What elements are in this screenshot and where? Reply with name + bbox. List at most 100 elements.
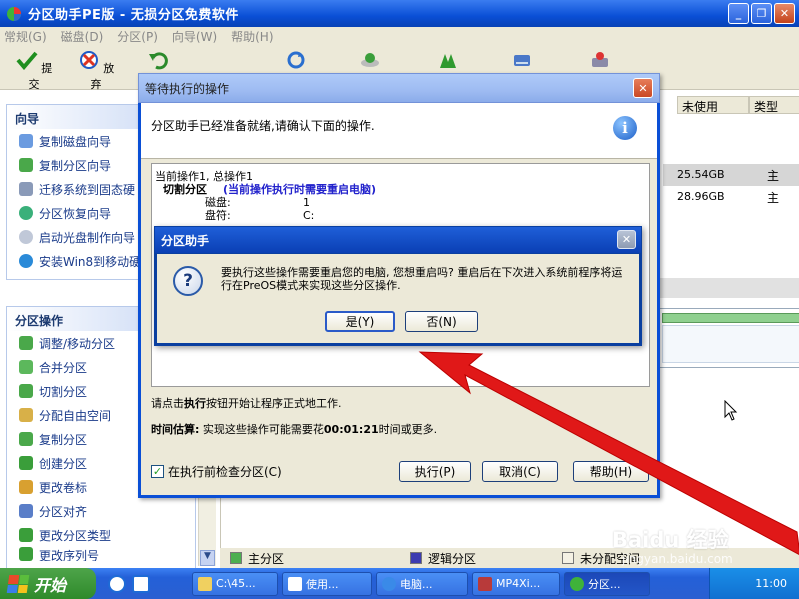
op-item-change-serial[interactable]: 更改序列号 xyxy=(7,547,195,561)
partition-usage-bar xyxy=(662,313,799,323)
menu-help[interactable]: 帮助(H) xyxy=(231,28,273,45)
cell-type: 主 xyxy=(767,191,780,205)
task-button[interactable]: 电脑... xyxy=(376,571,468,596)
question-icon: ? xyxy=(173,266,203,296)
no-button[interactable]: 否(N) xyxy=(405,311,478,332)
cancel-button[interactable]: 取消(C) xyxy=(482,461,558,482)
install-win8-icon xyxy=(19,254,33,268)
confirm-dialog-close-button[interactable]: ✕ xyxy=(617,230,636,249)
disk-tool-button[interactable] xyxy=(350,50,390,75)
note-bold: 执行 xyxy=(184,397,206,410)
start-button[interactable]: 开始 xyxy=(0,568,96,599)
col-type[interactable]: 类型 xyxy=(749,96,799,114)
menu-wizard[interactable]: 向导(W) xyxy=(172,28,217,45)
op-item-label: 分配自由空间 xyxy=(39,408,112,423)
confirm-dialog-titlebar: 分区助手 ✕ xyxy=(154,226,642,254)
note-text: 按钮开始让程序正式地工作. xyxy=(206,397,342,410)
task-button[interactable]: C:\45... xyxy=(192,571,278,596)
undo-button[interactable] xyxy=(138,50,178,75)
op-name: 切割分区 xyxy=(163,183,207,196)
op-note: (当前操作执行时需要重启电脑) xyxy=(223,183,377,196)
drive-button[interactable] xyxy=(502,50,542,75)
merge-partition-icon xyxy=(19,360,33,374)
wizard-item-label: 安装Win8到移动硬 xyxy=(39,254,142,269)
wizard-item-label: 启动光盘制作向导 xyxy=(39,230,136,245)
close-button[interactable]: ✕ xyxy=(774,3,795,24)
refresh-button[interactable] xyxy=(276,50,316,75)
op-item-label: 更改卷标 xyxy=(39,480,88,495)
allocate-space-icon xyxy=(19,408,33,422)
discard-icon xyxy=(79,51,98,69)
disk-globe-icon xyxy=(361,53,379,67)
wizard-item-label: 迁移系统到固态硬 xyxy=(39,182,136,197)
scroll-down-icon[interactable]: ▼ xyxy=(200,550,215,566)
migrate-icon xyxy=(440,54,456,68)
maximize-button[interactable]: ❐ xyxy=(751,3,772,24)
execute-button[interactable]: 执行(P) xyxy=(399,461,471,482)
task-button-active[interactable]: 分区... xyxy=(564,571,650,596)
wizard-item-label: 复制磁盘向导 xyxy=(39,134,112,149)
estimate-text: 时间或更多. xyxy=(378,423,438,436)
op-detail-row: 盘符: C: xyxy=(155,209,646,222)
resize-partition-icon xyxy=(19,336,33,350)
discard-button[interactable]: 放弃 xyxy=(76,50,116,92)
menu-general[interactable]: 常规(G) xyxy=(4,28,47,45)
logical-swatch-icon xyxy=(410,552,423,564)
op-item-label: 调整/移动分区 xyxy=(39,336,116,351)
yes-button[interactable]: 是(Y) xyxy=(325,311,395,332)
document-icon xyxy=(288,576,302,591)
watermark-sub: jingyan.baidu.com xyxy=(622,552,733,566)
disk-header-bar xyxy=(659,278,799,298)
pending-dialog-title: 等待执行的操作 xyxy=(145,81,230,96)
time-estimate: 时间估算: 实现这些操作可能需要花00:01:21时间或更多. xyxy=(151,421,437,437)
cell-unused: 28.96GB xyxy=(677,190,725,203)
op-item-label: 创建分区 xyxy=(39,456,88,471)
pending-dialog-close-button[interactable]: ✕ xyxy=(633,78,653,98)
split-partition-icon xyxy=(19,384,33,398)
folder-icon xyxy=(198,576,212,591)
clock[interactable]: 11:00 xyxy=(755,577,787,590)
change-label-icon xyxy=(19,480,33,494)
partition-assistant-icon xyxy=(570,576,584,591)
app-logo-icon xyxy=(7,6,21,21)
confirm-message: 要执行这些操作需要重启您的电脑, 您想重启吗? 重启后在下次进入系统前程序将运行… xyxy=(221,266,623,292)
task-button[interactable]: 使用... xyxy=(282,571,372,596)
op-item-align[interactable]: 分区对齐 xyxy=(7,499,195,523)
col-unused[interactable]: 未使用 xyxy=(677,96,749,114)
align-partition-icon xyxy=(19,504,33,518)
drive-icon xyxy=(514,55,530,66)
legend-logical: 逻辑分区 xyxy=(410,550,476,567)
check-before-execute[interactable]: ✓ 在执行前检查分区(C) xyxy=(151,463,282,480)
migrate-button[interactable] xyxy=(428,50,468,75)
unallocated-swatch-icon xyxy=(562,552,575,564)
explorer-icon[interactable] xyxy=(132,574,150,593)
copy-partition-icon xyxy=(19,432,33,446)
migrate-os-icon xyxy=(19,182,33,196)
change-type-icon xyxy=(19,528,33,542)
menu-disk[interactable]: 磁盘(D) xyxy=(61,28,104,45)
op-item-label: 复制分区 xyxy=(39,432,88,447)
start-label: 开始 xyxy=(34,575,67,595)
cell-type: 主 xyxy=(767,169,780,183)
menu-partition[interactable]: 分区(P) xyxy=(117,28,158,45)
op-item-label: 更改分区类型 xyxy=(39,528,112,543)
note-text: 请点击 xyxy=(151,397,184,410)
legend-primary: 主分区 xyxy=(230,550,284,567)
copy-partition-icon xyxy=(19,158,33,172)
refresh-icon xyxy=(287,51,305,69)
disk-map[interactable] xyxy=(659,308,799,368)
task-button[interactable]: MP4Xi... xyxy=(472,571,560,596)
op-detail-key: 磁盘: xyxy=(205,196,231,209)
checkbox-checked-icon[interactable]: ✓ xyxy=(151,465,164,478)
ie-icon[interactable] xyxy=(108,574,126,593)
confirm-dialog-title: 分区助手 xyxy=(161,233,210,248)
help-button[interactable]: 帮助(H) xyxy=(573,461,649,482)
tools-button[interactable] xyxy=(580,50,620,75)
undo-icon xyxy=(149,52,168,70)
op-item-change-type[interactable]: 更改分区类型 xyxy=(7,523,195,547)
pending-dialog-titlebar: 等待执行的操作 ✕ xyxy=(138,73,660,103)
mouse-cursor-icon xyxy=(724,400,738,421)
partition-block[interactable] xyxy=(662,325,799,363)
commit-button[interactable]: 提交 xyxy=(14,50,54,92)
minimize-button[interactable]: _ xyxy=(728,3,749,24)
